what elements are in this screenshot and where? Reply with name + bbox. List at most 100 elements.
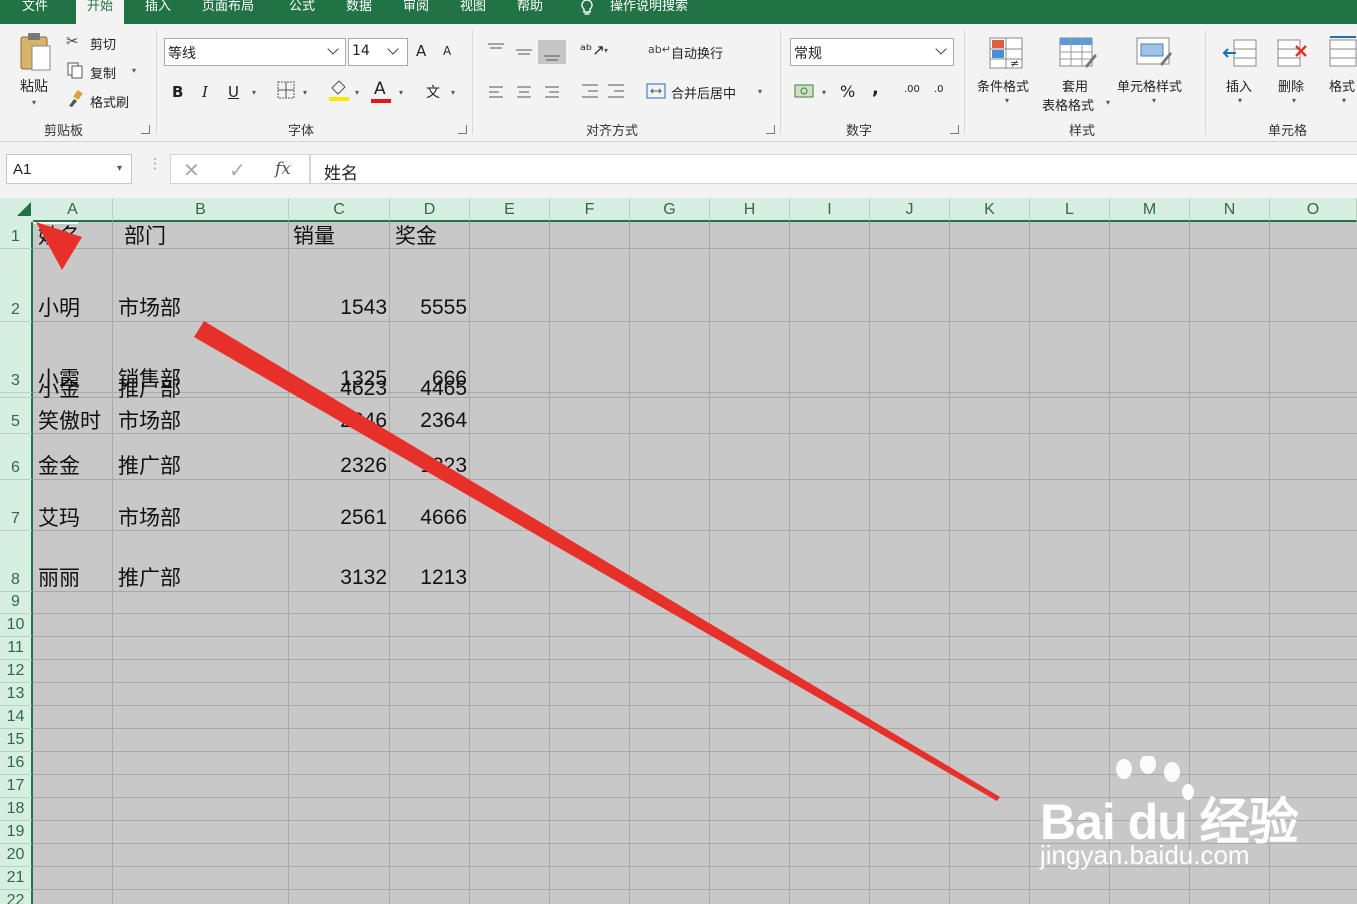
cell-department[interactable]: 推广部	[118, 566, 181, 590]
column-header-o[interactable]: O	[1270, 198, 1357, 222]
row-header-10[interactable]: 10	[0, 614, 33, 637]
row-header-12[interactable]: 12	[0, 660, 33, 683]
row-header-16[interactable]: 16	[0, 752, 33, 775]
bold-button[interactable]: B	[172, 83, 183, 101]
insert-cells-button[interactable]: 插入 ▾	[1218, 32, 1262, 112]
cell-sales[interactable]: 1325	[293, 367, 387, 391]
row-header-22[interactable]: 22	[0, 890, 33, 904]
column-header-l[interactable]: L	[1030, 198, 1110, 222]
cell-bonus[interactable]: 2364	[392, 409, 467, 433]
border-icon[interactable]	[277, 81, 295, 99]
copy-dropdown-icon[interactable]: ▾	[132, 66, 136, 75]
header-cell-sales[interactable]: 销量	[293, 224, 335, 248]
column-header-f[interactable]: F	[550, 198, 630, 222]
shrink-font-button[interactable]: A	[443, 44, 451, 58]
font-size-select[interactable]: 14	[348, 38, 408, 66]
cell-bonus[interactable]: 1323	[392, 454, 467, 478]
border-dropdown-icon[interactable]: ▾	[303, 88, 307, 97]
tab-help[interactable]: 帮助	[517, 0, 543, 24]
percent-button[interactable]: %	[840, 82, 855, 101]
enter-check-icon[interactable]: ✓	[229, 158, 246, 182]
row-header-5[interactable]: 5	[0, 398, 33, 434]
phonetic-button[interactable]: 文	[426, 82, 440, 102]
cell-bonus[interactable]: 5555	[392, 296, 467, 320]
alignment-launcher-icon[interactable]	[766, 125, 775, 134]
select-all-corner[interactable]	[0, 198, 35, 222]
row-header-11[interactable]: 11	[0, 637, 33, 660]
tab-formulas[interactable]: 公式	[289, 0, 315, 24]
cell-department[interactable]: 市场部	[118, 506, 181, 530]
row-header-19[interactable]: 19	[0, 821, 33, 844]
tab-review[interactable]: 审阅	[403, 0, 429, 24]
row-header-17[interactable]: 17	[0, 775, 33, 798]
delete-cells-button[interactable]: 删除 ▾	[1272, 32, 1316, 112]
column-header-a[interactable]: A	[33, 198, 113, 222]
clipboard-launcher-icon[interactable]	[141, 125, 150, 134]
cell-name[interactable]: 小明	[38, 296, 80, 320]
underline-button[interactable]: U	[228, 83, 239, 101]
column-header-n[interactable]: N	[1190, 198, 1270, 222]
cell-department[interactable]: 推广部	[118, 454, 181, 478]
header-cell-bonus[interactable]: 奖金	[395, 224, 437, 248]
cell-department[interactable]: 销售部	[118, 367, 181, 391]
tab-view[interactable]: 视图	[460, 0, 486, 24]
name-box-dropdown-icon[interactable]: ▾	[117, 163, 122, 174]
row-header-8[interactable]: 8	[0, 531, 33, 592]
column-header-e[interactable]: E	[470, 198, 550, 222]
cell-sales[interactable]: 2561	[293, 506, 387, 530]
insert-function-button[interactable]: fx	[275, 159, 291, 179]
format-painter-button[interactable]: 格式刷	[90, 92, 129, 111]
cancel-icon[interactable]: ✕	[183, 158, 200, 182]
column-header-c[interactable]: C	[289, 198, 390, 222]
italic-button[interactable]: I	[202, 83, 208, 101]
merge-dropdown-icon[interactable]: ▾	[758, 87, 762, 96]
comma-button[interactable]: ,	[872, 78, 879, 99]
column-header-h[interactable]: H	[710, 198, 790, 222]
cell-bonus[interactable]: 666	[392, 367, 467, 391]
cell-name[interactable]: 丽丽	[38, 566, 80, 590]
column-header-d[interactable]: D	[390, 198, 470, 222]
underline-dropdown-icon[interactable]: ▾	[252, 88, 256, 97]
row-header-2[interactable]: 2	[0, 249, 33, 322]
horizontal-align-icons[interactable]	[488, 84, 568, 100]
currency-icon[interactable]	[794, 82, 816, 100]
cell-bonus[interactable]: 4666	[392, 506, 467, 530]
fill-color-dropdown-icon[interactable]: ▾	[355, 88, 359, 97]
vertical-align-icons[interactable]	[486, 40, 566, 64]
tab-data[interactable]: 数据	[346, 0, 372, 24]
header-cell-name[interactable]: 姓名	[38, 224, 80, 248]
cell-styles-button[interactable]: 单元格样式 ▾	[1116, 32, 1196, 112]
number-launcher-icon[interactable]	[950, 125, 959, 134]
font-color-button[interactable]: A	[374, 79, 386, 99]
formula-input[interactable]: 姓名	[310, 154, 1357, 184]
name-box[interactable]: A1 ▾	[6, 154, 132, 184]
row-header-18[interactable]: 18	[0, 798, 33, 821]
wrap-text-button[interactable]: 自动换行	[671, 43, 723, 62]
cell-sales[interactable]: 1543	[293, 296, 387, 320]
font-color-dropdown-icon[interactable]: ▾	[399, 88, 403, 97]
cell-name[interactable]: 艾玛	[38, 506, 80, 530]
tab-file[interactable]: 文件	[22, 0, 48, 24]
row-header-20[interactable]: 20	[0, 844, 33, 867]
font-launcher-icon[interactable]	[458, 125, 467, 134]
decrease-decimal-button[interactable]: .0	[934, 84, 944, 95]
tell-me-search[interactable]: 操作说明搜索	[610, 0, 688, 24]
cell-sales[interactable]: 2346	[293, 409, 387, 433]
orientation-icon[interactable]: ᵃᵇ↗	[580, 41, 605, 59]
tab-insert[interactable]: 插入	[145, 0, 171, 24]
tab-home[interactable]: 开始	[76, 0, 125, 24]
cell-bonus[interactable]: 1213	[392, 566, 467, 590]
merge-center-button[interactable]: 合并后居中	[671, 83, 736, 102]
orientation-dropdown-icon[interactable]: ▾	[604, 46, 608, 55]
paste-button[interactable]: 粘贴 ▾	[14, 30, 58, 110]
row-header-7[interactable]: 7	[0, 480, 33, 531]
row-header-21[interactable]: 21	[0, 867, 33, 890]
font-name-select[interactable]: 等线	[164, 38, 346, 66]
column-header-k[interactable]: K	[950, 198, 1030, 222]
format-as-table-button[interactable]: 套用 表格格式 ▾	[1042, 32, 1114, 114]
row-header-15[interactable]: 15	[0, 729, 33, 752]
row-header-6[interactable]: 6	[0, 434, 33, 480]
fill-color-icon[interactable]	[328, 78, 350, 102]
row-header-14[interactable]: 14	[0, 706, 33, 729]
cell-name[interactable]: 金金	[38, 454, 80, 478]
